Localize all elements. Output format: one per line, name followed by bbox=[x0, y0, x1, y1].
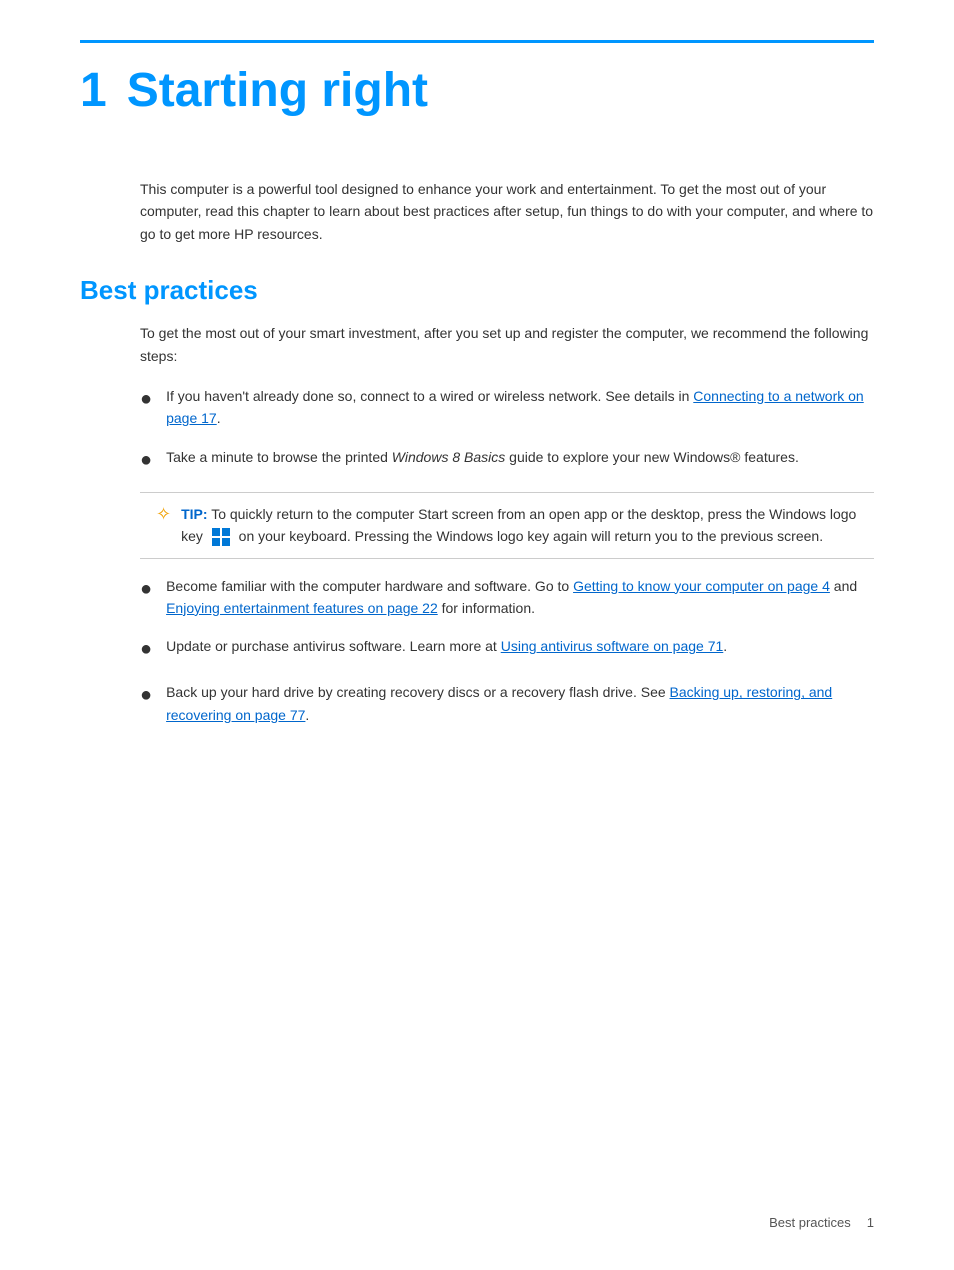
bullet-dot: ● bbox=[140, 444, 152, 476]
bullet-4-before: Update or purchase antivirus software. L… bbox=[166, 638, 501, 654]
enjoying-entertainment-link[interactable]: Enjoying entertainment features on page … bbox=[166, 600, 438, 616]
intro-paragraph: This computer is a powerful tool designe… bbox=[140, 178, 874, 245]
bullet-2-before: Take a minute to browse the printed bbox=[166, 449, 392, 465]
bullet-list-part1: ● If you haven't already done so, connec… bbox=[140, 385, 874, 476]
tip-label: TIP: bbox=[181, 506, 207, 522]
bullet-text: If you haven't already done so, connect … bbox=[166, 385, 874, 430]
bullet-5-after: . bbox=[305, 707, 309, 723]
bullet-1-before: If you haven't already done so, connect … bbox=[166, 388, 693, 404]
bullet-text: Back up your hard drive by creating reco… bbox=[166, 681, 874, 726]
page-container: 1 Starting right This computer is a powe… bbox=[0, 0, 954, 1270]
footer-page-number: 1 bbox=[867, 1215, 874, 1230]
top-border-line bbox=[80, 40, 874, 43]
bullet-5-before: Back up your hard drive by creating reco… bbox=[166, 684, 669, 700]
list-item: ● If you haven't already done so, connec… bbox=[140, 385, 874, 430]
bullet-dot: ● bbox=[140, 573, 152, 605]
tip-text-after: on your keyboard. Pressing the Windows l… bbox=[239, 528, 823, 544]
chapter-header: 1 Starting right bbox=[80, 63, 874, 118]
bullet-3-mid: and bbox=[830, 578, 857, 594]
bullet-3-after: for information. bbox=[438, 600, 535, 616]
bullet-dot: ● bbox=[140, 679, 152, 711]
bullet-text: Update or purchase antivirus software. L… bbox=[166, 635, 874, 657]
bullet-text: Become familiar with the computer hardwa… bbox=[166, 575, 874, 620]
bullet-1-after: . bbox=[217, 410, 221, 426]
bullet-2-after: guide to explore your new Windows® featu… bbox=[505, 449, 799, 465]
tip-box: ✧ TIP: To quickly return to the computer… bbox=[140, 492, 874, 559]
section-intro: To get the most out of your smart invest… bbox=[140, 322, 874, 367]
bullet-4-after: . bbox=[723, 638, 727, 654]
tip-icon: ✧ bbox=[156, 504, 171, 525]
chapter-number: 1 bbox=[80, 63, 107, 118]
bullet-text: Take a minute to browse the printed Wind… bbox=[166, 446, 874, 468]
section-title: Best practices bbox=[80, 275, 874, 306]
getting-to-know-link[interactable]: Getting to know your computer on page 4 bbox=[573, 578, 830, 594]
list-item: ● Become familiar with the computer hard… bbox=[140, 575, 874, 620]
footer-section-label: Best practices bbox=[769, 1215, 851, 1230]
tip-content: TIP: To quickly return to the computer S… bbox=[181, 503, 858, 548]
list-item: ● Back up your hard drive by creating re… bbox=[140, 681, 874, 726]
list-item: ● Take a minute to browse the printed Wi… bbox=[140, 446, 874, 476]
bullet-dot: ● bbox=[140, 633, 152, 665]
bullet-3-before: Become familiar with the computer hardwa… bbox=[166, 578, 573, 594]
bullet-list-part2: ● Become familiar with the computer hard… bbox=[140, 575, 874, 727]
antivirus-link[interactable]: Using antivirus software on page 71 bbox=[501, 638, 724, 654]
list-item: ● Update or purchase antivirus software.… bbox=[140, 635, 874, 665]
page-footer: Best practices 1 bbox=[769, 1215, 874, 1230]
bullet-dot: ● bbox=[140, 383, 152, 415]
windows-8-basics-italic: Windows 8 Basics bbox=[392, 449, 505, 465]
chapter-title: Starting right bbox=[127, 63, 428, 118]
windows-key-icon bbox=[211, 527, 231, 547]
